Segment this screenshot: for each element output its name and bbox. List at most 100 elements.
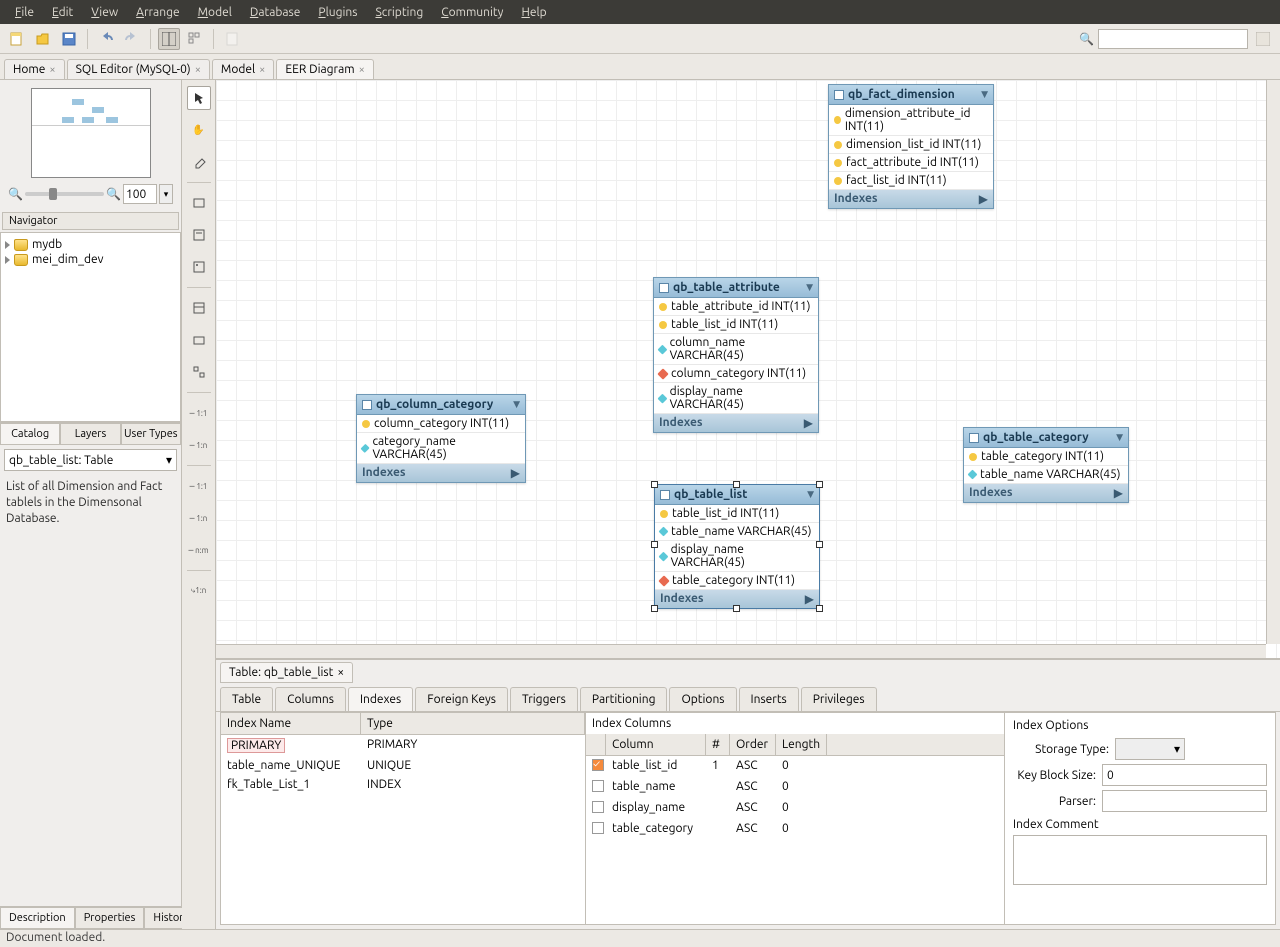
tab-home[interactable]: Home× <box>4 59 65 79</box>
checkbox-icon[interactable] <box>592 780 604 792</box>
checkbox-icon[interactable] <box>592 822 604 834</box>
close-icon[interactable]: × <box>359 64 365 76</box>
close-icon[interactable]: × <box>337 666 344 679</box>
parser-input[interactable] <box>1102 790 1267 812</box>
sidebar-tab-user-types[interactable]: User Types <box>121 423 181 445</box>
hand-tool-icon[interactable]: ✋ <box>187 118 211 142</box>
rel-11-id-icon[interactable]: ─ 1:1 <box>187 474 211 498</box>
menu-scripting[interactable]: Scripting <box>366 2 432 23</box>
zoom-in-icon[interactable]: 🔍 <box>106 187 121 201</box>
redo-icon[interactable] <box>121 28 143 50</box>
tree-item-mei-dim-dev[interactable]: mei_dim_dev <box>5 252 176 267</box>
collapse-icon[interactable]: ▼ <box>807 489 814 500</box>
menu-database[interactable]: Database <box>241 2 310 23</box>
subtab-inserts[interactable]: Inserts <box>739 687 799 711</box>
vertical-scrollbar[interactable] <box>1266 80 1280 644</box>
editor-tab[interactable]: Table: qb_table_list× <box>220 662 353 683</box>
sidebar-tab-catalog[interactable]: Catalog <box>0 423 60 445</box>
table-qb-fact-dimension[interactable]: qb_fact_dimension▼ dimension_attribute_i… <box>828 84 994 209</box>
menu-help[interactable]: Help <box>512 2 555 23</box>
new-file-icon[interactable] <box>6 28 28 50</box>
menu-arrange[interactable]: Arrange <box>127 2 188 23</box>
save-icon[interactable] <box>58 28 80 50</box>
collapse-icon[interactable]: ▼ <box>513 399 520 410</box>
collapse-icon[interactable]: ▼ <box>806 282 813 293</box>
table-icon <box>834 90 844 100</box>
open-file-icon[interactable] <box>32 28 54 50</box>
rel-1n-id-icon[interactable]: ─ 1:n <box>187 506 211 530</box>
index-row[interactable]: table_name_UNIQUEUNIQUE <box>221 756 585 775</box>
zoom-input[interactable] <box>123 184 157 204</box>
subtab-foreign-keys[interactable]: Foreign Keys <box>415 687 508 711</box>
menu-view[interactable]: View <box>82 2 127 23</box>
index-col-row[interactable]: table_list_id1ASC0 <box>586 756 1004 777</box>
index-col-row[interactable]: table_categoryASC0 <box>586 819 1004 840</box>
zoom-dropdown[interactable]: ▾ <box>159 184 173 204</box>
tab-sql-editor[interactable]: SQL Editor (MySQL-0)× <box>67 59 210 79</box>
checkbox-icon[interactable] <box>592 759 604 771</box>
routine-tool-icon[interactable] <box>187 360 211 384</box>
rel-1n-icon[interactable]: ─ 1:n <box>187 433 211 457</box>
subtab-indexes[interactable]: Indexes <box>348 687 413 711</box>
table-qb-column-category[interactable]: qb_column_category▼ column_category INT(… <box>356 394 526 483</box>
table-qb-table-attribute[interactable]: qb_table_attribute▼ table_attribute_id I… <box>653 277 819 433</box>
index-list: Index NameType PRIMARYPRIMARY table_name… <box>221 713 586 924</box>
close-icon[interactable]: × <box>195 64 201 76</box>
table-tool-icon[interactable] <box>187 296 211 320</box>
zoom-slider[interactable] <box>25 192 104 196</box>
index-col-row[interactable]: display_nameASC0 <box>586 798 1004 819</box>
rel-11-icon[interactable]: ─ 1:1 <box>187 401 211 425</box>
align-icon[interactable] <box>184 28 206 50</box>
subtab-privileges[interactable]: Privileges <box>801 687 877 711</box>
search-options-icon[interactable] <box>1252 28 1274 50</box>
catalog-tree[interactable]: mydb mei_dim_dev <box>0 232 181 422</box>
subtab-table[interactable]: Table <box>220 687 273 711</box>
table-qb-table-category[interactable]: qb_table_category▼ table_category INT(11… <box>963 427 1129 503</box>
index-row[interactable]: fk_Table_List_1INDEX <box>221 775 585 794</box>
tab-model[interactable]: Model× <box>212 59 274 79</box>
zoom-out-icon[interactable]: 🔍 <box>8 187 23 201</box>
pointer-tool-icon[interactable] <box>187 86 211 110</box>
table-qb-table-list[interactable]: qb_table_list▼ table_list_id INT(11) tab… <box>654 484 820 609</box>
rel-existing-icon[interactable]: ⤷1:n <box>187 579 211 603</box>
subtab-triggers[interactable]: Triggers <box>510 687 578 711</box>
sidebar-tab-description[interactable]: Description <box>0 907 75 929</box>
view-tool-icon[interactable] <box>187 328 211 352</box>
menu-file[interactable]: File <box>6 2 43 23</box>
close-icon[interactable]: × <box>259 64 265 76</box>
collapse-icon[interactable]: ▼ <box>981 89 988 100</box>
undo-icon[interactable] <box>95 28 117 50</box>
index-comment-input[interactable] <box>1013 835 1267 885</box>
storage-type-combo[interactable]: ▾ <box>1115 738 1185 760</box>
object-selector[interactable]: qb_table_list: Table▾ <box>4 449 177 471</box>
tree-item-mydb[interactable]: mydb <box>5 237 176 252</box>
close-icon[interactable]: × <box>49 64 55 76</box>
image-tool-icon[interactable] <box>187 255 211 279</box>
menu-community[interactable]: Community <box>432 2 512 23</box>
horizontal-scrollbar[interactable] <box>216 644 1266 658</box>
index-col-row[interactable]: table_nameASC0 <box>586 777 1004 798</box>
index-row[interactable]: PRIMARYPRIMARY <box>221 735 585 756</box>
collapse-icon[interactable]: ▼ <box>1116 432 1123 443</box>
menu-plugins[interactable]: Plugins <box>309 2 366 23</box>
grid-icon[interactable] <box>158 28 180 50</box>
sidebar-tab-properties[interactable]: Properties <box>75 907 145 929</box>
doc-icon[interactable] <box>221 28 243 50</box>
search-input[interactable] <box>1098 29 1248 49</box>
key-block-size-input[interactable] <box>1102 764 1267 786</box>
navigator-thumbnail[interactable] <box>31 88 151 178</box>
subtab-options[interactable]: Options <box>669 687 736 711</box>
eraser-tool-icon[interactable] <box>187 150 211 174</box>
layer-tool-icon[interactable] <box>187 191 211 215</box>
note-tool-icon[interactable] <box>187 223 211 247</box>
tab-eer-diagram[interactable]: EER Diagram× <box>276 59 373 79</box>
checkbox-icon[interactable] <box>592 801 604 813</box>
menu-model[interactable]: Model <box>189 2 241 23</box>
sidebar-tab-layers[interactable]: Layers <box>60 423 120 445</box>
diagram-canvas[interactable]: qb_fact_dimension▼ dimension_attribute_i… <box>216 80 1280 659</box>
subtab-columns[interactable]: Columns <box>275 687 346 711</box>
menu-edit[interactable]: Edit <box>43 2 82 23</box>
subtab-partitioning[interactable]: Partitioning <box>580 687 668 711</box>
rel-nm-icon[interactable]: ─ n:m <box>187 538 211 562</box>
table-icon <box>660 490 670 500</box>
